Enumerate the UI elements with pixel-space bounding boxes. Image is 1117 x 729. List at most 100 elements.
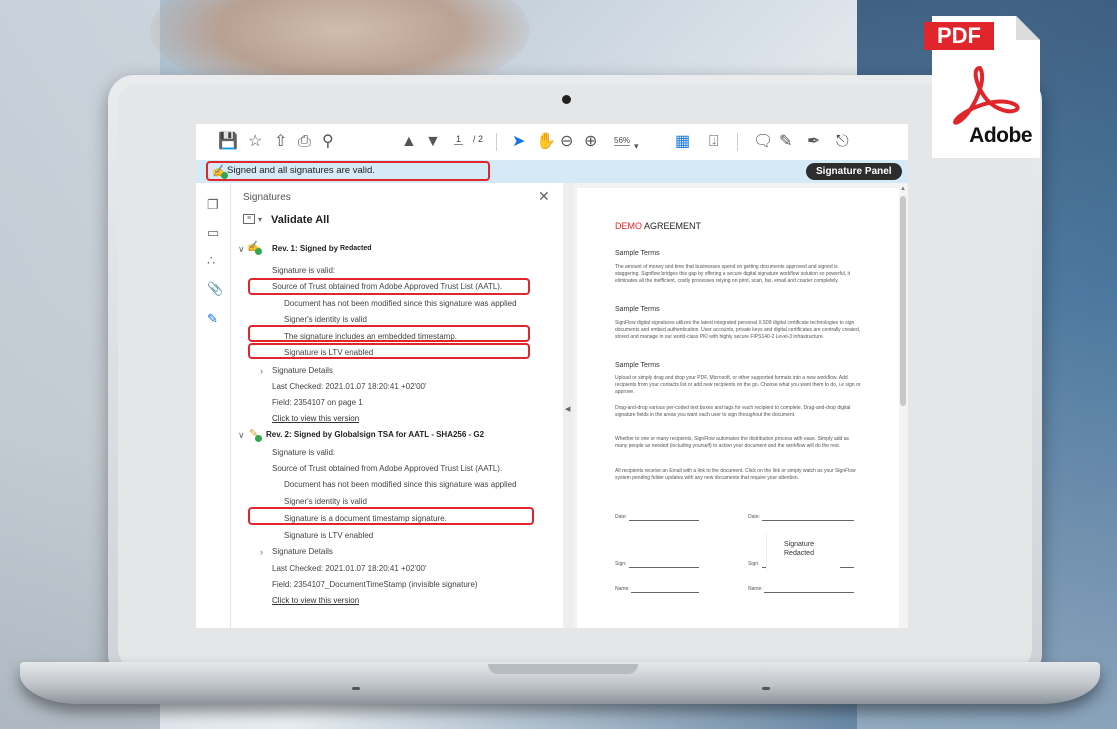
- signature-box-value: Redacted: [784, 550, 814, 557]
- highlight-box: [248, 343, 530, 359]
- scrollbar-thumb[interactable]: [900, 196, 906, 406]
- collapse-icon[interactable]: ∨: [238, 244, 245, 255]
- scroll-up-icon[interactable]: ▲: [900, 186, 906, 192]
- pdf-label: PDF: [924, 22, 994, 50]
- sig-detail-line: Signature is valid:: [272, 266, 336, 275]
- stamp-icon[interactable]: ⎋: [836, 132, 849, 152]
- paragraph: Drag-and-drop various per-coded text box…: [615, 405, 851, 418]
- paragraph: Upload or simply drag and drop your PDF,…: [615, 375, 861, 395]
- sign-label: Sign:: [615, 561, 627, 567]
- signature-field: Field: 2354107_DocumentTimeStamp (invisi…: [272, 580, 478, 589]
- sig-detail-line: Document has not been modified since thi…: [284, 299, 517, 308]
- panel-title: Signatures: [243, 192, 291, 203]
- signature-details-toggle[interactable]: Signature Details: [272, 547, 333, 556]
- navigation-rail: ❐ ▭ ∴ 📎 ✎: [196, 183, 230, 628]
- upload-icon[interactable]: ⇧: [274, 132, 287, 152]
- date-line: [629, 520, 699, 521]
- sig-detail-line: Signer's identity is valid: [284, 497, 367, 506]
- pdf-page-fold: [1016, 16, 1040, 40]
- page-total: / 2: [473, 134, 484, 144]
- bookmarks-icon[interactable]: ▭: [207, 225, 219, 241]
- highlight-box: [248, 507, 534, 525]
- collapse-icon[interactable]: ∨: [238, 430, 245, 441]
- next-page-icon[interactable]: ▼: [425, 132, 441, 152]
- previous-page-icon[interactable]: ▲: [401, 132, 417, 152]
- paragraph: All recipients receive an Email with a l…: [615, 468, 856, 481]
- rev2-heading[interactable]: Rev. 2: Signed by Globalsign TSA for AAT…: [266, 430, 484, 439]
- screen: 💾 ☆ ⇧ ⎙ ⚲ ▲ ▼ 1 / 2 ➤ ✋ ⊖ ⊕ 56% ▾ ▦ ⍗ 🗨 …: [196, 124, 908, 628]
- search-icon[interactable]: ⚲: [322, 132, 334, 152]
- highlight-box: [206, 161, 490, 181]
- signature-field: Field: 2354107 on page 1: [272, 398, 363, 407]
- section-heading: Sample Terms: [615, 250, 660, 257]
- layers-icon[interactable]: ∴: [207, 253, 215, 269]
- chevron-down-icon[interactable]: ▾: [634, 136, 639, 156]
- sign-pen-icon[interactable]: ✒: [807, 132, 820, 152]
- toolbar-divider: [737, 133, 738, 151]
- zoom-in-icon[interactable]: ⊕: [584, 132, 597, 152]
- signature-box-label: Signature: [784, 541, 814, 548]
- bookmark-star-icon[interactable]: ☆: [248, 132, 262, 152]
- signature-details-toggle[interactable]: Signature Details: [272, 366, 333, 375]
- valid-check-icon: [255, 435, 262, 442]
- pages-icon[interactable]: ❐: [207, 197, 219, 213]
- scroll-mode-icon[interactable]: ⍗: [709, 132, 719, 152]
- options-icon[interactable]: ≡: [243, 214, 255, 224]
- highlight-box: [248, 325, 530, 342]
- date-line: [762, 520, 854, 521]
- paragraph: SignFlow digital signatures utilizes the…: [615, 320, 861, 340]
- sig-detail-line: Signature is LTV enabled: [284, 531, 374, 540]
- collapse-panel-icon[interactable]: ◀: [565, 405, 570, 413]
- zoom-select[interactable]: 56%: [614, 136, 631, 146]
- section-heading: Sample Terms: [615, 362, 660, 369]
- name-label: Name:: [615, 586, 630, 592]
- sig-detail-line: Signer's identity is valid: [284, 315, 367, 324]
- last-checked: Last Checked: 2021.01.07 18:20:41 +02'00…: [272, 382, 427, 391]
- rev1-heading[interactable]: Rev. 1: Signed by: [272, 244, 338, 253]
- signature-panel-button[interactable]: Signature Panel: [806, 163, 902, 180]
- paragraph: The amount of money and time that busine…: [615, 264, 851, 284]
- view-version-link[interactable]: Click to view this version: [272, 414, 359, 423]
- highlight-box: [248, 278, 530, 295]
- fit-page-icon[interactable]: ▦: [675, 132, 690, 152]
- signature-field-box[interactable]: Signature Redacted: [766, 534, 840, 572]
- document-title: DEMO AGREEMENT: [615, 221, 702, 231]
- name-line: [631, 592, 699, 593]
- select-tool-icon[interactable]: ➤: [512, 132, 525, 152]
- toolbar: 💾 ☆ ⇧ ⎙ ⚲ ▲ ▼ 1 / 2 ➤ ✋ ⊖ ⊕ 56% ▾ ▦ ⍗ 🗨 …: [196, 124, 908, 160]
- laptop-foot: [762, 687, 770, 690]
- date-label: Date:: [748, 514, 760, 520]
- sign-label: Sign:: [748, 561, 760, 567]
- attachments-icon[interactable]: 📎: [207, 281, 223, 297]
- adobe-pdf-logo: PDF Adobe: [924, 12, 1040, 158]
- view-version-link[interactable]: Click to view this version: [272, 596, 359, 605]
- save-icon[interactable]: 💾: [218, 132, 238, 152]
- name-label: Name:: [748, 586, 763, 592]
- rev1-signer: Redacted: [340, 245, 372, 252]
- expand-icon[interactable]: ›: [260, 366, 263, 376]
- sign-line: [629, 567, 699, 568]
- expand-icon[interactable]: ›: [260, 547, 263, 557]
- zoom-out-icon[interactable]: ⊖: [560, 132, 573, 152]
- signatures-icon[interactable]: ✎: [207, 311, 218, 327]
- comment-icon[interactable]: 🗨: [753, 132, 773, 152]
- name-line: [764, 592, 854, 593]
- paragraph: Whether to one or many recipients, SignF…: [615, 436, 850, 449]
- laptop-base-notch: [488, 664, 638, 674]
- validate-all-button[interactable]: Validate All: [271, 214, 329, 226]
- adobe-wordmark: Adobe: [969, 124, 1032, 147]
- toolbar-divider: [496, 133, 497, 151]
- print-icon[interactable]: ⎙: [298, 132, 311, 152]
- laptop-foot: [352, 687, 360, 690]
- hand-tool-icon[interactable]: ✋: [536, 132, 556, 152]
- sig-detail-line: Document has not been modified since thi…: [284, 480, 517, 489]
- section-heading: Sample Terms: [615, 306, 660, 313]
- sig-detail-line: Signature is valid:: [272, 448, 336, 457]
- page-number-input[interactable]: 1: [454, 134, 464, 145]
- chevron-down-icon[interactable]: ▾: [258, 215, 262, 224]
- close-icon[interactable]: ✕: [538, 188, 550, 205]
- valid-check-icon: [255, 248, 262, 255]
- highlight-pen-icon[interactable]: ✎: [779, 132, 792, 152]
- acrobat-swirl-icon: [953, 66, 1020, 125]
- sig-detail-line: Source of Trust obtained from Adobe Appr…: [272, 464, 503, 473]
